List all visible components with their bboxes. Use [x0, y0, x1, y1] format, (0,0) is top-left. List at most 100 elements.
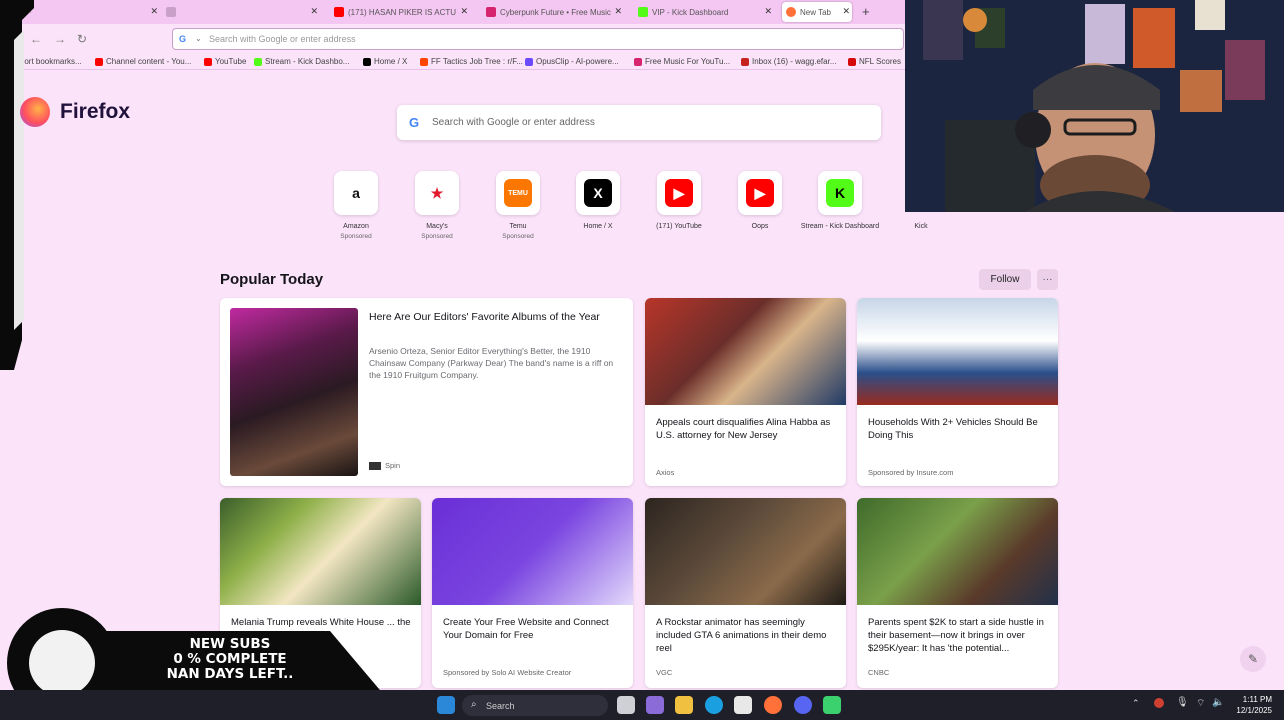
bookmark-item[interactable]: Home / X	[363, 57, 407, 66]
close-icon[interactable]: ✕	[764, 6, 772, 17]
sponsored-label: Sponsored	[340, 233, 372, 240]
bookmark-label: OpusClip - AI-powere...	[536, 57, 619, 66]
story-excerpt: Arsenio Orteza, Senior Editor Everything…	[369, 346, 614, 380]
bookmark-item[interactable]: FF Tactics Job Tree : r/F...	[420, 57, 523, 66]
story-card[interactable]: Parents spent $2K to start a side hustle…	[857, 498, 1058, 688]
macys-star-icon: ★	[423, 179, 451, 207]
follow-button[interactable]: Follow	[979, 269, 1031, 290]
top-site-tile[interactable]: X	[576, 171, 620, 215]
stream-frame-overlay	[0, 0, 34, 370]
chevron-up-icon[interactable]: ⌃	[1132, 698, 1140, 709]
search-input[interactable]: G Search with Google or enter address	[397, 105, 881, 140]
top-site-tile[interactable]: K	[818, 171, 862, 215]
top-site-tile[interactable]: a	[334, 171, 378, 215]
story-image	[220, 498, 421, 605]
story-source: Axios	[656, 468, 675, 477]
volume-icon[interactable]: 🔈	[1212, 697, 1224, 708]
clock-time: 1:11 PM	[1242, 695, 1272, 704]
top-site-1[interactable]: a Amazon Sponsored	[316, 171, 396, 241]
tab-cyberpunk[interactable]: Cyberpunk Future • Free Music ✕	[482, 2, 624, 22]
story-card[interactable]: A Rockstar animator has seemingly includ…	[645, 498, 846, 688]
discord-icon[interactable]	[794, 696, 812, 714]
top-site-tile[interactable]: TEMU	[496, 171, 540, 215]
story-source: Sponsored by Solo AI Website Creator	[443, 668, 572, 677]
top-site-tile[interactable]: ▶	[738, 171, 782, 215]
bookmark-item[interactable]: OpusClip - AI-powere...	[525, 57, 619, 66]
forward-arrow-icon[interactable]: →	[54, 32, 66, 46]
top-site-2[interactable]: ★ Macy's Sponsored	[397, 171, 477, 241]
bookmark-item[interactable]: Stream - Kick Dashbo...	[254, 57, 349, 66]
tab-youtube[interactable]: (171) HASAN PIKER IS ACTU ✕	[330, 2, 470, 22]
tray-app-icon[interactable]	[1154, 698, 1164, 708]
bookmark-item[interactable]: Inbox (16) - wagg.efar...	[741, 57, 837, 66]
top-site-label: Macy's	[426, 223, 448, 230]
chevron-down-icon[interactable]: ⌄	[195, 34, 202, 43]
firefox-icon	[786, 7, 796, 17]
feature-story-card[interactable]: Here Are Our Editors' Favorite Albums of…	[220, 298, 633, 486]
firefox-brand: Firefox	[20, 97, 130, 127]
top-site-label: Amazon	[343, 223, 369, 230]
story-image	[857, 298, 1058, 405]
address-bar[interactable]: G ⌄ Search with Google or enter address	[172, 28, 904, 50]
top-site-tile[interactable]: ★	[415, 171, 459, 215]
close-icon[interactable]: ✕	[842, 6, 850, 17]
tab-partial[interactable]: ···✕	[20, 2, 160, 22]
task-view-icon[interactable]	[617, 696, 635, 714]
music-icon	[486, 7, 496, 17]
store-icon[interactable]	[734, 696, 752, 714]
story-title: Households With 2+ Vehicles Should Be Do…	[868, 417, 1038, 441]
copilot-icon[interactable]	[646, 696, 664, 714]
story-source: Spin	[369, 461, 400, 470]
tab-new-tab[interactable]: New Tab ✕	[782, 2, 852, 22]
top-site-3[interactable]: TEMU Temu Sponsored	[478, 171, 558, 241]
sponsored-label: Sponsored	[421, 233, 453, 240]
address-placeholder: Search with Google or enter address	[209, 34, 356, 44]
new-tab-plus-icon[interactable]: +	[862, 4, 870, 19]
amazon-icon: a	[342, 179, 370, 207]
top-site-label: Home / X	[583, 223, 613, 230]
bookmark-item[interactable]: YouTube	[204, 57, 246, 66]
youtube-icon: ▶	[746, 179, 774, 207]
top-site-label: Kick	[914, 223, 928, 230]
bookmark-item[interactable]: Channel content - You...	[95, 57, 191, 66]
top-site-tile[interactable]: ▶	[657, 171, 701, 215]
file-explorer-icon[interactable]	[675, 696, 693, 714]
bookmark-favicon-icon	[204, 57, 212, 66]
bookmark-favicon-icon	[95, 57, 103, 66]
firefox-icon[interactable]	[764, 696, 782, 714]
top-site-5[interactable]: ▶ (171) YouTube	[639, 171, 719, 232]
tab-partial-2[interactable]: ✕	[162, 2, 320, 22]
story-source-label: Spin	[385, 461, 401, 470]
section-title: Popular Today	[220, 271, 324, 288]
top-site-7[interactable]: K Stream - Kick Dashboard	[800, 171, 880, 232]
kick-icon	[638, 7, 648, 17]
close-icon[interactable]: ✕	[310, 6, 318, 17]
bookmark-item[interactable]: Free Music For YouTu...	[634, 57, 730, 66]
story-card[interactable]: Create Your Free Website and Connect You…	[432, 498, 633, 688]
story-source: VGC	[656, 668, 673, 677]
close-icon[interactable]: ✕	[614, 6, 622, 17]
top-site-6[interactable]: ▶ Oops	[720, 171, 800, 232]
story-card[interactable]: Appeals court disqualifies Alina Habba a…	[645, 298, 846, 486]
top-site-4[interactable]: X Home / X	[558, 171, 638, 232]
taskbar-search[interactable]: ⌕ Search	[462, 695, 608, 716]
bookmark-item[interactable]: NFL Scores	[848, 57, 901, 66]
story-source: CNBC	[868, 668, 890, 677]
close-icon[interactable]: ✕	[460, 6, 468, 17]
story-title: Create Your Free Website and Connect You…	[443, 617, 609, 641]
edge-icon[interactable]	[705, 696, 723, 714]
microphone-icon[interactable]: 🎙	[1176, 697, 1189, 708]
bookmark-favicon-icon	[848, 57, 856, 66]
sub-goal-progress: 0 % COMPLETE	[173, 651, 287, 667]
reload-icon[interactable]: ↻	[77, 32, 87, 46]
more-options-button[interactable]: ···	[1037, 269, 1058, 290]
edit-pencil-icon[interactable]: ✎	[1240, 646, 1266, 672]
system-clock[interactable]: 1:11 PM 12/1/2025	[1236, 694, 1272, 716]
windows-start-icon[interactable]	[437, 696, 455, 714]
story-card[interactable]: Households With 2+ Vehicles Should Be Do…	[857, 298, 1058, 486]
app-icon[interactable]	[823, 696, 841, 714]
wifi-icon[interactable]: ⌔	[1196, 697, 1205, 710]
tab-kick-dashboard[interactable]: VIP - Kick Dashboard ✕	[634, 2, 774, 22]
bookmark-label: Inbox (16) - wagg.efar...	[752, 57, 837, 66]
tab-label: VIP - Kick Dashboard	[652, 7, 729, 17]
